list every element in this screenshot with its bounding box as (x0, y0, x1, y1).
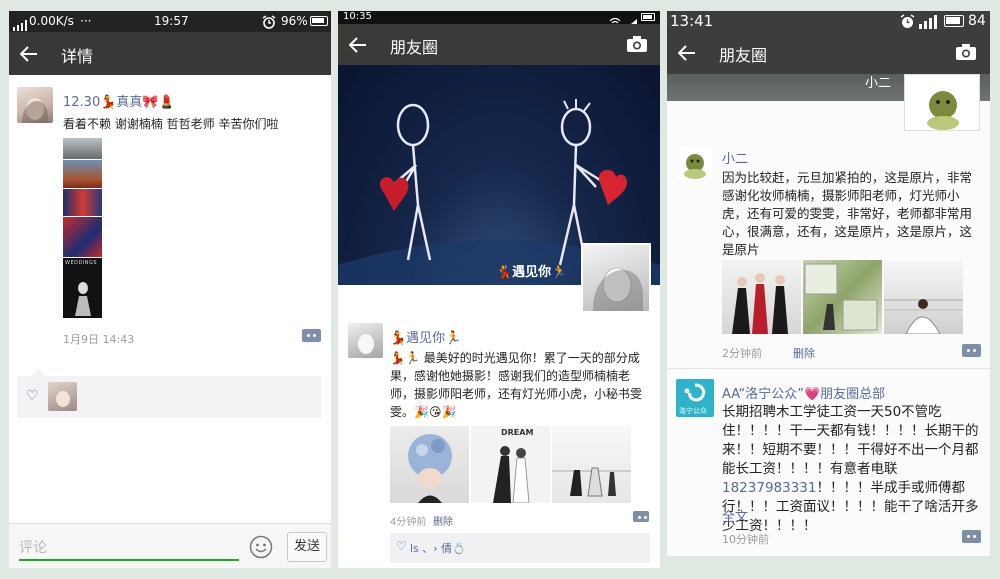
likes-box: ♡ (17, 376, 321, 418)
page-title: 朋友圈 (719, 46, 768, 65)
clock: 19:57 (154, 14, 189, 28)
post-time: 2分钟前 (722, 347, 762, 360)
liker-avatar[interactable] (48, 382, 77, 411)
photo-2[interactable]: DREAM (471, 426, 550, 504)
emoji-icon[interactable] (249, 535, 273, 563)
comment-icon[interactable] (962, 530, 981, 543)
divider (667, 368, 990, 369)
photo-3[interactable] (884, 260, 963, 335)
post-author[interactable]: 小二 (722, 148, 748, 167)
header-bar: 朋友圈 (338, 24, 660, 65)
photo-1[interactable] (390, 426, 469, 503)
thumb-2[interactable] (63, 160, 102, 188)
notification-dots: ··· (80, 14, 92, 28)
clock: 10:35 (343, 11, 372, 22)
likes-box: ♡ ls 、› 倩💍 (390, 533, 650, 563)
thumb-1[interactable] (63, 138, 102, 159)
header-bar: 详情 (9, 32, 331, 75)
post-author[interactable]: 12.30💃真真🎀💄 (63, 91, 175, 110)
thumb-4[interactable] (63, 217, 102, 257)
cover-profile-name: 小二 (865, 76, 892, 91)
post-time: 10分钟前 (722, 533, 769, 546)
signal-icon (919, 14, 939, 33)
post-author[interactable]: AA“洛宁公众”💗朋友圈总部 (722, 383, 885, 402)
post-text: 因为比较赶，元旦加紧拍的，这是原片，非常感谢化妆师楠楠，摄影师阳老师，灯光师小虎… (722, 170, 973, 257)
battery-level: 96% (281, 14, 308, 28)
heart-icon: ♡ (26, 388, 39, 404)
post-text: 看着不赖 谢谢楠楠 哲哲老师 辛苦你们啦 (63, 117, 279, 131)
liker-names[interactable]: ls 、› 倩💍 (410, 540, 466, 556)
avatar[interactable]: 洛宁公众 (676, 379, 714, 417)
page-title: 详情 (61, 47, 94, 66)
avatar[interactable] (17, 87, 53, 123)
comment-icon[interactable] (633, 511, 649, 522)
alarm-icon (900, 14, 915, 33)
back-arrow-icon[interactable] (675, 41, 699, 65)
heart-icon: ♡ (396, 539, 407, 553)
camera-icon[interactable] (626, 35, 648, 57)
screen-moments-2: 13:41 84 朋友圈 小二 小二 因为比较赶，元旦加紧拍的，这是原片，非常感… (667, 11, 990, 556)
screen-detail: 0.00K/s ··· 19:57 96% 详情 12.30💃真真🎀💄 看着不赖… (9, 11, 331, 568)
post-text: 💃🏃 最美好的时光遇见你！累了一天的部分成果，感谢他她摄影！感谢我们的造型师楠楠… (390, 351, 643, 419)
battery-icon (641, 13, 655, 21)
avatar[interactable] (348, 323, 383, 358)
back-arrow-icon[interactable] (346, 33, 370, 57)
cover-avatar[interactable] (904, 74, 980, 131)
avatar-text: 洛宁公众 (679, 407, 707, 415)
photo-3[interactable] (552, 426, 631, 503)
battery-level: 84 (968, 13, 986, 29)
photo-1[interactable] (722, 260, 801, 334)
delete-link[interactable]: 删除 (433, 513, 453, 528)
avatar[interactable] (679, 147, 712, 180)
cover-avatar[interactable] (581, 243, 651, 313)
post-author[interactable]: 💃遇见你🏃 (390, 327, 461, 346)
network-speed: 0.00K/s (29, 14, 74, 28)
battery-icon (310, 16, 328, 26)
status-bar: 13:41 84 (667, 11, 990, 32)
photo-caption: DREAM (501, 428, 534, 437)
send-button[interactable]: 发送 (287, 532, 327, 562)
photo-2[interactable] (803, 260, 882, 334)
comment-icon[interactable] (962, 344, 981, 357)
delete-link[interactable]: 删除 (793, 345, 815, 361)
status-bar: 10:35 (338, 11, 660, 28)
header-bar: 朋友圈 (667, 32, 990, 74)
post-text-part1: 长期招聘木工学徒工资一天50不管吃住！！！！干一天都有钱！！！！长期干的来！！短… (722, 404, 979, 477)
thumb-3[interactable] (63, 189, 102, 216)
cover-profile-name: 💃遇见你🏃 (496, 265, 568, 280)
post-timestamp: 1月9日 14:43 (63, 333, 135, 346)
comment-bar: 评论 发送 (9, 523, 331, 568)
battery-icon (944, 15, 964, 27)
screen-moments-1: 10:35 朋友圈 💃遇见你🏃 💃遇见你🏃 💃🏃 最美好的时光遇见你！累了一天的… (338, 11, 660, 568)
phone-link[interactable]: 18237983331 (722, 480, 816, 496)
page-title: 朋友圈 (390, 38, 439, 57)
post-time: 4分钟前 (390, 517, 427, 528)
clock: 13:41 (670, 12, 714, 30)
status-bar: 0.00K/s ··· 19:57 96% (9, 11, 331, 32)
signal-icon (13, 16, 27, 31)
alarm-icon (262, 14, 276, 33)
full-text-link[interactable]: 全文 (722, 506, 748, 525)
comment-icon[interactable] (302, 329, 321, 342)
camera-icon[interactable] (955, 43, 977, 65)
post-text: 长期招聘木工学徒工资一天50不管吃住！！！！干一天都有钱！！！！长期干的来！！短… (722, 403, 984, 536)
thumb-5[interactable]: WEDDINGS (63, 258, 102, 318)
back-arrow-icon[interactable] (17, 42, 41, 66)
likes-box-notch (31, 369, 45, 376)
comment-input[interactable]: 评论 (19, 537, 239, 561)
